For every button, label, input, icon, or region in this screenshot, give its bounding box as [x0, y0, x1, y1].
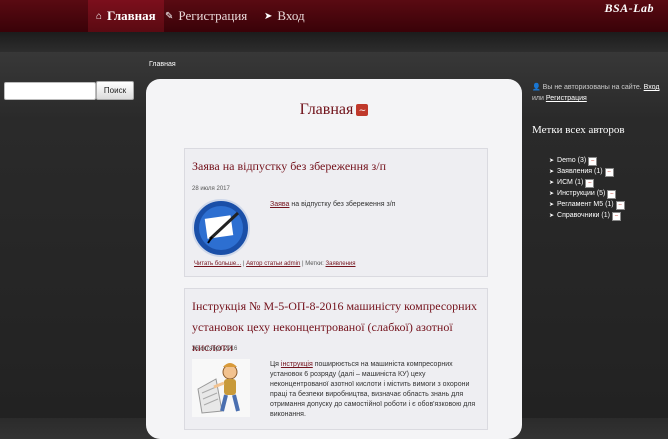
- post-title-line: Інструкція № М-5-ОП-8-2016 машиністу ком…: [192, 299, 477, 313]
- rss-icon[interactable]: ∼: [588, 157, 598, 166]
- tag-name[interactable]: Инструкции: [557, 190, 595, 197]
- tag-item[interactable]: ➤ Справочники (1) ∼: [549, 210, 625, 221]
- rss-icon[interactable]: ∼: [607, 190, 617, 199]
- bullet-icon: ➤: [549, 180, 555, 186]
- nav-item-label: Главная: [107, 8, 156, 23]
- excerpt-text: поширюється на машиніста компресорних: [312, 361, 453, 368]
- tag-count: (5): [596, 190, 606, 197]
- bullet-icon: ➤: [549, 191, 555, 197]
- read-more-link[interactable]: Читать больше...: [194, 261, 241, 267]
- breadcrumb: Главная: [149, 61, 176, 68]
- search-button[interactable]: Поиск: [96, 81, 134, 100]
- post-date: 26 октября 2016: [192, 346, 238, 352]
- page-title: Главная ∼: [146, 101, 522, 119]
- post-thumbnail[interactable]: [192, 359, 250, 417]
- post-card: Інструкція № М-5-ОП-8-2016 машиністу ком…: [184, 288, 488, 430]
- rss-icon[interactable]: ∼: [615, 201, 625, 210]
- tags-widget-title: Метки всех авторов: [532, 124, 625, 136]
- post-card: Заява на відпустку без збереження з/п 28…: [184, 148, 488, 277]
- excerpt-text: на відпустку без збереження з/п: [289, 201, 396, 208]
- rss-icon[interactable]: ∼: [611, 212, 621, 221]
- site-logo[interactable]: BSA-Lab: [604, 1, 654, 16]
- post-date: 28 июля 2017: [192, 186, 230, 192]
- tag-name[interactable]: Demo: [557, 157, 576, 164]
- rss-icon[interactable]: ∼: [585, 179, 595, 188]
- user-icon: 👤: [532, 84, 541, 91]
- post-excerpt: Ця інструкція поширюється на машиніста к…: [270, 360, 480, 420]
- edit-icon: ✎: [165, 10, 174, 22]
- nav-item-login[interactable]: ➤ Вход: [264, 0, 305, 32]
- auth-text: Вы не авторизованы на сайте.: [542, 84, 642, 91]
- home-icon: ⌂: [96, 10, 103, 22]
- post-title[interactable]: Заява на відпустку без збереження з/п: [192, 156, 386, 176]
- tag-name[interactable]: Заявления: [557, 168, 592, 175]
- excerpt-link[interactable]: інструкція: [281, 361, 313, 368]
- nav-item-label: Вход: [277, 8, 305, 23]
- nav-item-register[interactable]: ✎ Регистрация: [165, 0, 247, 32]
- excerpt-line: неконцентрованої азотної кислоти і місти…: [270, 381, 470, 388]
- bullet-icon: ➤: [549, 202, 555, 208]
- tag-count: (1): [594, 168, 603, 175]
- bullet-icon: ➤: [549, 169, 555, 175]
- tag-item[interactable]: ➤ Demo (3) ∼: [549, 155, 625, 166]
- excerpt-line: установок 6 розряду (далі – машиніста КУ…: [270, 371, 426, 378]
- post-thumbnail[interactable]: [192, 199, 250, 257]
- tag-link[interactable]: Заявления: [326, 261, 356, 267]
- register-link[interactable]: Регистрация: [546, 95, 587, 102]
- tag-item[interactable]: ➤ Регламент М5 (1) ∼: [549, 199, 625, 210]
- tag-name[interactable]: Регламент М5: [557, 201, 603, 208]
- auth-status: 👤 Вы не авторизованы на сайте. Вход или …: [532, 82, 664, 104]
- tag-count: (1): [574, 179, 584, 186]
- post-excerpt: Заява на відпустку без збереження з/п: [270, 200, 395, 210]
- author-link[interactable]: Автор статьи admin: [246, 261, 300, 267]
- bullet-icon: ➤: [549, 213, 555, 219]
- tag-item[interactable]: ➤ Инструкции (5) ∼: [549, 188, 625, 199]
- tag-count: (1): [605, 201, 614, 208]
- excerpt-line: праці та безпеки виробництва, визначає о…: [270, 391, 464, 398]
- tag-name[interactable]: ИСМ: [557, 179, 573, 186]
- navbar-shadow: [0, 32, 668, 52]
- or-text: или: [532, 95, 544, 102]
- tag-count: (3): [577, 157, 587, 164]
- tags-label: Метки:: [305, 261, 324, 267]
- post-title[interactable]: Інструкція № М-5-ОП-8-2016 машиністу ком…: [192, 296, 477, 316]
- rss-icon[interactable]: ∼: [604, 168, 614, 177]
- tag-item[interactable]: ➤ Заявления (1) ∼: [549, 166, 625, 177]
- login-link[interactable]: Вход: [644, 84, 660, 91]
- excerpt-link[interactable]: Заява: [270, 201, 289, 208]
- tag-list: ➤ Demo (3) ∼ ➤ Заявления (1) ∼ ➤ ИСМ (1) ∼ ➤ Ин…: [549, 155, 625, 221]
- excerpt-line: виконання.: [270, 411, 306, 418]
- nav-item-label: Регистрация: [178, 8, 248, 23]
- excerpt-text: Ця: [270, 361, 281, 368]
- nav-item-home[interactable]: ⌂ Главная: [88, 0, 164, 32]
- tag-count: (1): [601, 212, 610, 219]
- tag-name[interactable]: Справочники: [557, 212, 599, 219]
- rss-icon[interactable]: ∼: [356, 104, 369, 116]
- bullet-icon: ➤: [549, 158, 555, 164]
- page-title-text: Главная: [299, 101, 354, 118]
- search-input[interactable]: [4, 82, 96, 100]
- excerpt-line: Ця інструкція поширюється на машиніста к…: [270, 360, 480, 370]
- tag-item[interactable]: ➤ ИСМ (1) ∼: [549, 177, 625, 188]
- excerpt-line: отримання допуску до самостійної роботи …: [270, 401, 476, 408]
- login-icon: ➤: [264, 10, 273, 22]
- post-meta: Читать больше... | Автор статьи admin | …: [194, 261, 356, 267]
